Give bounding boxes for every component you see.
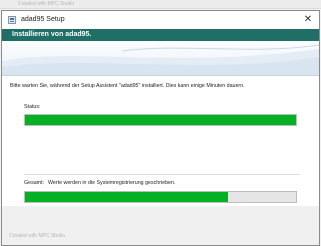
content-panel: Bitte warten Sie, während der Setup Assi…: [2, 76, 319, 206]
status-progress-fill: [25, 115, 296, 125]
background-window-text: Created with MPC Studio: [18, 1, 75, 7]
install-message: Bitte warten Sie, während der Setup Assi…: [10, 83, 245, 89]
header-banner: Installieren von adad95.: [2, 29, 319, 76]
total-status-text: Werte werden in die Systemregistrierung …: [48, 180, 176, 186]
setup-window: adad95 Setup ✕ Installieren von adad95. …: [1, 10, 320, 246]
banner-heading-strip: Installieren von adad95.: [2, 29, 319, 41]
footer-credit: Created with MPC Studio: [9, 233, 66, 239]
total-progress-bar: [24, 191, 297, 203]
installer-icon: [8, 16, 16, 24]
title-bar[interactable]: adad95 Setup ✕: [2, 11, 319, 29]
banner-swoosh-graphic: [2, 44, 319, 75]
status-label: Status:: [24, 104, 41, 110]
separator: [24, 174, 300, 175]
close-icon: ✕: [303, 14, 313, 25]
banner-title: Installieren von adad95.: [12, 31, 92, 38]
status-progress-bar: [24, 114, 297, 126]
background-window-strip: Created with MPC Studio: [0, 0, 321, 9]
window-title: adad95 Setup: [21, 16, 65, 23]
total-progress-fill: [25, 192, 229, 202]
close-button[interactable]: ✕: [301, 13, 315, 27]
total-label: Gesamt:: [24, 180, 45, 186]
total-status-line: Gesamt: Werte werden in die Systemregistr…: [24, 180, 175, 186]
